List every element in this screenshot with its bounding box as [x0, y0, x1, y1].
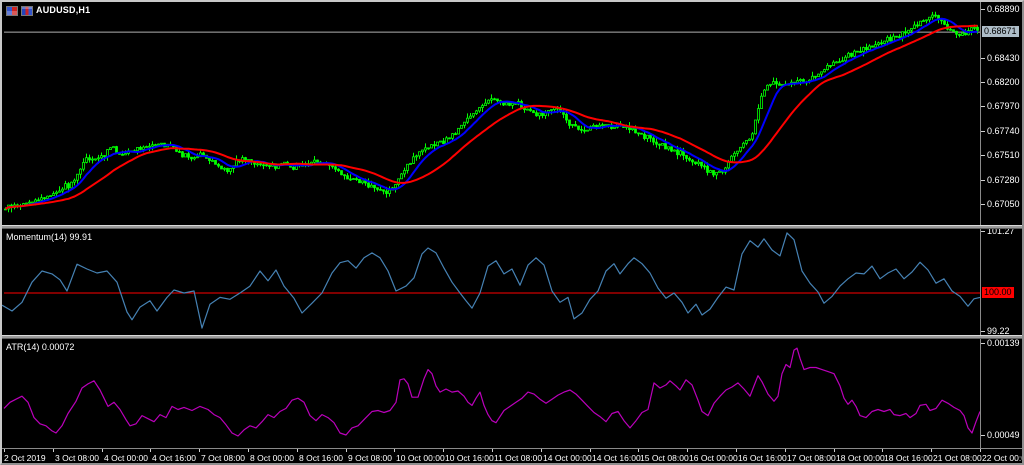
atr-axis-label-tick — [981, 435, 985, 436]
time-axis-label: 3 Oct 08:00 — [55, 453, 99, 463]
time-axis-tick — [687, 449, 688, 452]
time-axis-label: 16 Oct 00:00 — [689, 453, 738, 463]
time-axis-tick — [443, 449, 444, 452]
time-axis-label: 8 Oct 00:00 — [250, 453, 294, 463]
price-axis-label-tick — [981, 155, 985, 156]
momentum-indicator-name: Momentum(14) — [6, 232, 68, 242]
time-axis-tick — [248, 449, 249, 452]
level-100-marker: 100.00 — [982, 287, 1014, 298]
price-axis-label: 0.67970 — [987, 101, 1020, 111]
atr-axis-label: 0.00049 — [987, 430, 1020, 440]
time-axis-label: 15 Oct 08:00 — [640, 453, 689, 463]
chart-window-icon[interactable] — [6, 5, 18, 16]
candlesticks — [4, 11, 979, 213]
time-axis-label: 14 Oct 16:00 — [592, 453, 641, 463]
atr-label-row: ATR(14) 0.00072 — [6, 342, 74, 353]
time-axis-tick — [834, 449, 835, 452]
atr-axis-label: 0.00139 — [987, 338, 1020, 348]
chart-title-row: AUDUSD,H1 — [6, 5, 90, 16]
time-axis-tick — [785, 449, 786, 452]
panel-divider[interactable] — [2, 335, 1022, 339]
time-axis-label: 4 Oct 16:00 — [152, 453, 196, 463]
price-axis-label: 0.67280 — [987, 175, 1020, 185]
time-axis-label: 17 Oct 08:00 — [787, 453, 836, 463]
time-axis-tick — [590, 449, 591, 452]
time-axis-tick — [931, 449, 932, 452]
time-axis-tick — [4, 449, 5, 452]
bid-price-marker: 0.68671 — [982, 26, 1019, 37]
time-axis-tick — [541, 449, 542, 452]
time-axis-tick — [199, 449, 200, 452]
time-axis-label: 10 Oct 16:00 — [445, 453, 494, 463]
atr-indicator-name: ATR(14) — [6, 342, 40, 352]
time-axis-label: 2 Oct 2019 — [4, 453, 46, 463]
time-axis[interactable]: 2 Oct 2019 3 Oct 08:00 4 Oct 00:00 4 Oct 16… — [2, 448, 1022, 463]
time-axis-tick — [297, 449, 298, 452]
price-axis-label: 0.68890 — [987, 4, 1020, 14]
time-axis-tick — [53, 449, 54, 452]
time-axis-tick — [736, 449, 737, 452]
time-axis-tick — [346, 449, 347, 452]
momentum-current-value: 99.91 — [69, 232, 93, 242]
price-axis-label: 0.67510 — [987, 150, 1020, 160]
chart-symbol-title: AUDUSD,H1 — [36, 5, 91, 15]
price-axis-label: 0.68200 — [987, 77, 1020, 87]
time-axis-tick — [394, 449, 395, 452]
price-axis-label-tick — [981, 9, 985, 10]
time-axis-tick — [980, 449, 981, 452]
momentum-chart-canvas[interactable] — [2, 229, 1024, 335]
time-axis-label: 22 Oct 00:00 — [982, 453, 1022, 463]
indicator-window-icon[interactable] — [21, 5, 33, 16]
slow-ma-line — [4, 24, 978, 210]
atr-current-value: 0.00072 — [41, 342, 75, 352]
atr-axis-label-tick — [981, 343, 985, 344]
fast-ma-line — [4, 17, 978, 210]
chart-window: AUDUSD,H1 Momentum(14) 99.91 ATR(14) 0.0… — [0, 0, 1024, 465]
momentum-axis-label-tick — [981, 231, 985, 232]
price-axis-label: 0.68430 — [987, 53, 1020, 63]
time-axis-tick — [492, 449, 493, 452]
price-axis-label: 0.67050 — [987, 199, 1020, 209]
atr-indicator-line — [3, 347, 981, 437]
time-axis-tick — [638, 449, 639, 452]
price-axis-label: 0.67740 — [987, 126, 1020, 136]
price-axis-label-tick — [981, 204, 985, 205]
time-axis-label: 18 Oct 16:00 — [884, 453, 933, 463]
mom-indicator-line — [2, 232, 981, 329]
time-axis-tick — [102, 449, 103, 452]
time-axis-label: 8 Oct 16:00 — [299, 453, 343, 463]
time-axis-label: 18 Oct 00:00 — [836, 453, 885, 463]
time-axis-label: 21 Oct 08:00 — [933, 453, 982, 463]
time-axis-label: 9 Oct 08:00 — [348, 453, 392, 463]
momentum-axis-label-tick — [981, 331, 985, 332]
price-axis-label-tick — [981, 106, 985, 107]
time-axis-tick — [882, 449, 883, 452]
time-axis-label: 7 Oct 08:00 — [201, 453, 245, 463]
time-axis-label: 11 Oct 08:00 — [494, 453, 543, 463]
time-axis-tick — [150, 449, 151, 452]
price-axis-label-tick — [981, 58, 985, 59]
price-chart-canvas[interactable] — [2, 2, 1024, 225]
time-axis-label: 16 Oct 16:00 — [738, 453, 787, 463]
time-axis-label: 4 Oct 00:00 — [104, 453, 148, 463]
panel-divider[interactable] — [2, 225, 1022, 229]
price-axis-label-tick — [981, 180, 985, 181]
time-axis-label: 14 Oct 00:00 — [543, 453, 592, 463]
price-axis-label-tick — [981, 131, 985, 132]
momentum-label-row: Momentum(14) 99.91 — [6, 232, 92, 243]
time-axis-label: 10 Oct 00:00 — [396, 453, 445, 463]
price-axis-label-tick — [981, 82, 985, 83]
atr-chart-canvas[interactable] — [2, 339, 1024, 448]
